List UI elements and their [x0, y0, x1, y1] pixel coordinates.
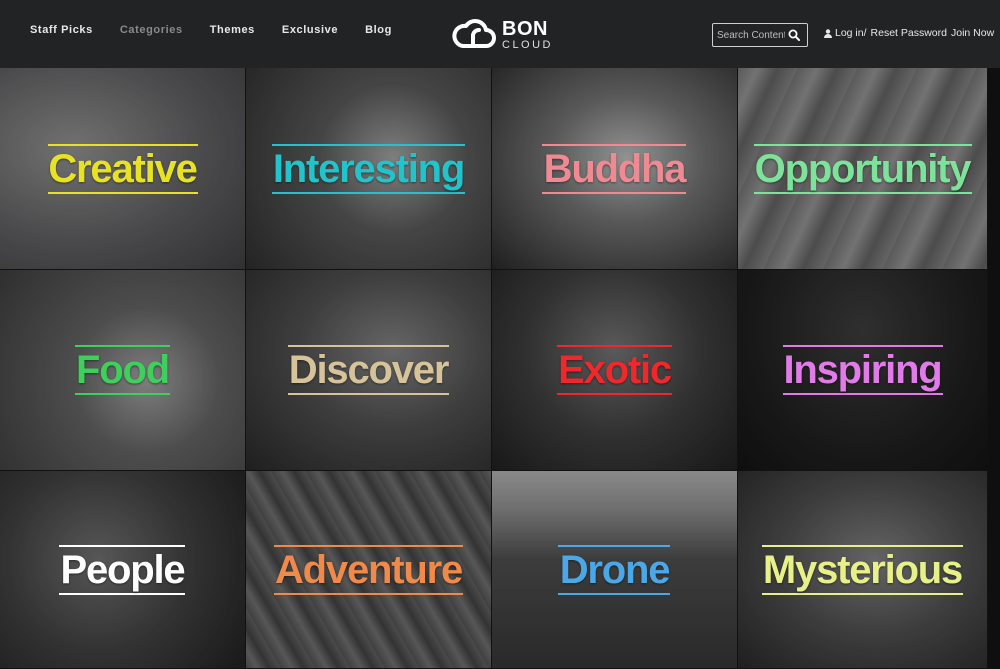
category-name: Mysterious [762, 547, 963, 592]
category-label: Interesting [269, 143, 468, 194]
scrollbar-track[interactable] [988, 68, 1000, 669]
account-links: Log in/ Reset Password Join Now [824, 27, 994, 39]
label-bottom-rule [557, 393, 672, 395]
label-bottom-rule [272, 191, 465, 194]
label-bottom-rule [558, 592, 671, 595]
main-nav: Staff Picks Categories Themes Exclusive … [30, 24, 419, 36]
label-bottom-rule [287, 393, 449, 395]
category-name: Adventure [274, 547, 463, 592]
category-name: Interesting [272, 146, 465, 191]
login-link[interactable]: Log in/ [835, 27, 867, 39]
category-label: Opportunity [751, 143, 975, 194]
category-tile-discover[interactable]: Discover [246, 270, 492, 471]
category-label: Adventure [271, 544, 466, 595]
label-bottom-rule [782, 393, 943, 395]
label-bottom-rule [762, 592, 963, 595]
search-box [712, 23, 808, 47]
label-bottom-rule [273, 592, 463, 595]
logo-title: BON [502, 17, 548, 40]
nav-staff-picks[interactable]: Staff Picks [30, 24, 93, 36]
category-name: Buddha [543, 146, 687, 191]
category-label: Exotic [554, 345, 675, 395]
category-name: Drone [559, 547, 671, 592]
label-bottom-rule [542, 191, 687, 194]
nav-blog[interactable]: Blog [365, 24, 392, 36]
category-name: Creative [48, 146, 197, 191]
label-bottom-rule [59, 592, 186, 595]
category-label: Buddha [540, 143, 690, 194]
label-bottom-rule [75, 393, 170, 395]
reset-password-link[interactable]: Reset Password [871, 27, 947, 39]
category-tile-mysterious[interactable]: Mysterious [738, 471, 988, 669]
category-tile-opportunity[interactable]: Opportunity [738, 68, 988, 270]
label-bottom-rule [753, 191, 972, 194]
category-tile-people[interactable]: People [0, 471, 246, 669]
category-tile-exotic[interactable]: Exotic [492, 270, 738, 471]
search-input[interactable] [713, 25, 785, 45]
search-icon[interactable] [785, 26, 803, 44]
category-label: Discover [285, 345, 452, 395]
category-name: Food [76, 348, 170, 392]
nav-exclusive[interactable]: Exclusive [282, 24, 338, 36]
cloud-logo-icon [452, 13, 496, 56]
nav-categories[interactable]: Categories [120, 24, 183, 36]
category-label: Inspiring [779, 345, 945, 395]
logo-subtitle: CLOUD [502, 38, 554, 51]
category-tile-buddha[interactable]: Buddha [492, 68, 738, 270]
top-header: Staff Picks Categories Themes Exclusive … [0, 0, 1000, 68]
category-label: People [57, 544, 189, 595]
category-grid: Creative Interesting Buddha Opportunity Food… [0, 68, 988, 669]
site-logo[interactable]: BON CLOUD [452, 13, 553, 56]
category-name: Inspiring [783, 348, 942, 392]
category-label: Creative [44, 143, 200, 194]
nav-themes[interactable]: Themes [210, 24, 255, 36]
join-now-link[interactable]: Join Now [951, 27, 994, 39]
category-name: People [60, 547, 186, 592]
category-tile-creative[interactable]: Creative [0, 68, 246, 270]
category-tile-drone[interactable]: Drone [492, 471, 738, 669]
category-tile-adventure[interactable]: Adventure [246, 471, 492, 669]
category-tile-inspiring[interactable]: Inspiring [738, 270, 988, 471]
category-tile-interesting[interactable]: Interesting [246, 68, 492, 270]
category-tile-food[interactable]: Food [0, 270, 246, 471]
category-label: Mysterious [759, 544, 966, 595]
category-name: Exotic [558, 348, 672, 392]
user-icon [824, 28, 832, 38]
label-bottom-rule [47, 191, 198, 194]
category-name: Discover [288, 348, 450, 392]
category-label: Food [72, 345, 173, 395]
category-name: Opportunity [754, 146, 972, 191]
category-label: Drone [556, 544, 674, 595]
